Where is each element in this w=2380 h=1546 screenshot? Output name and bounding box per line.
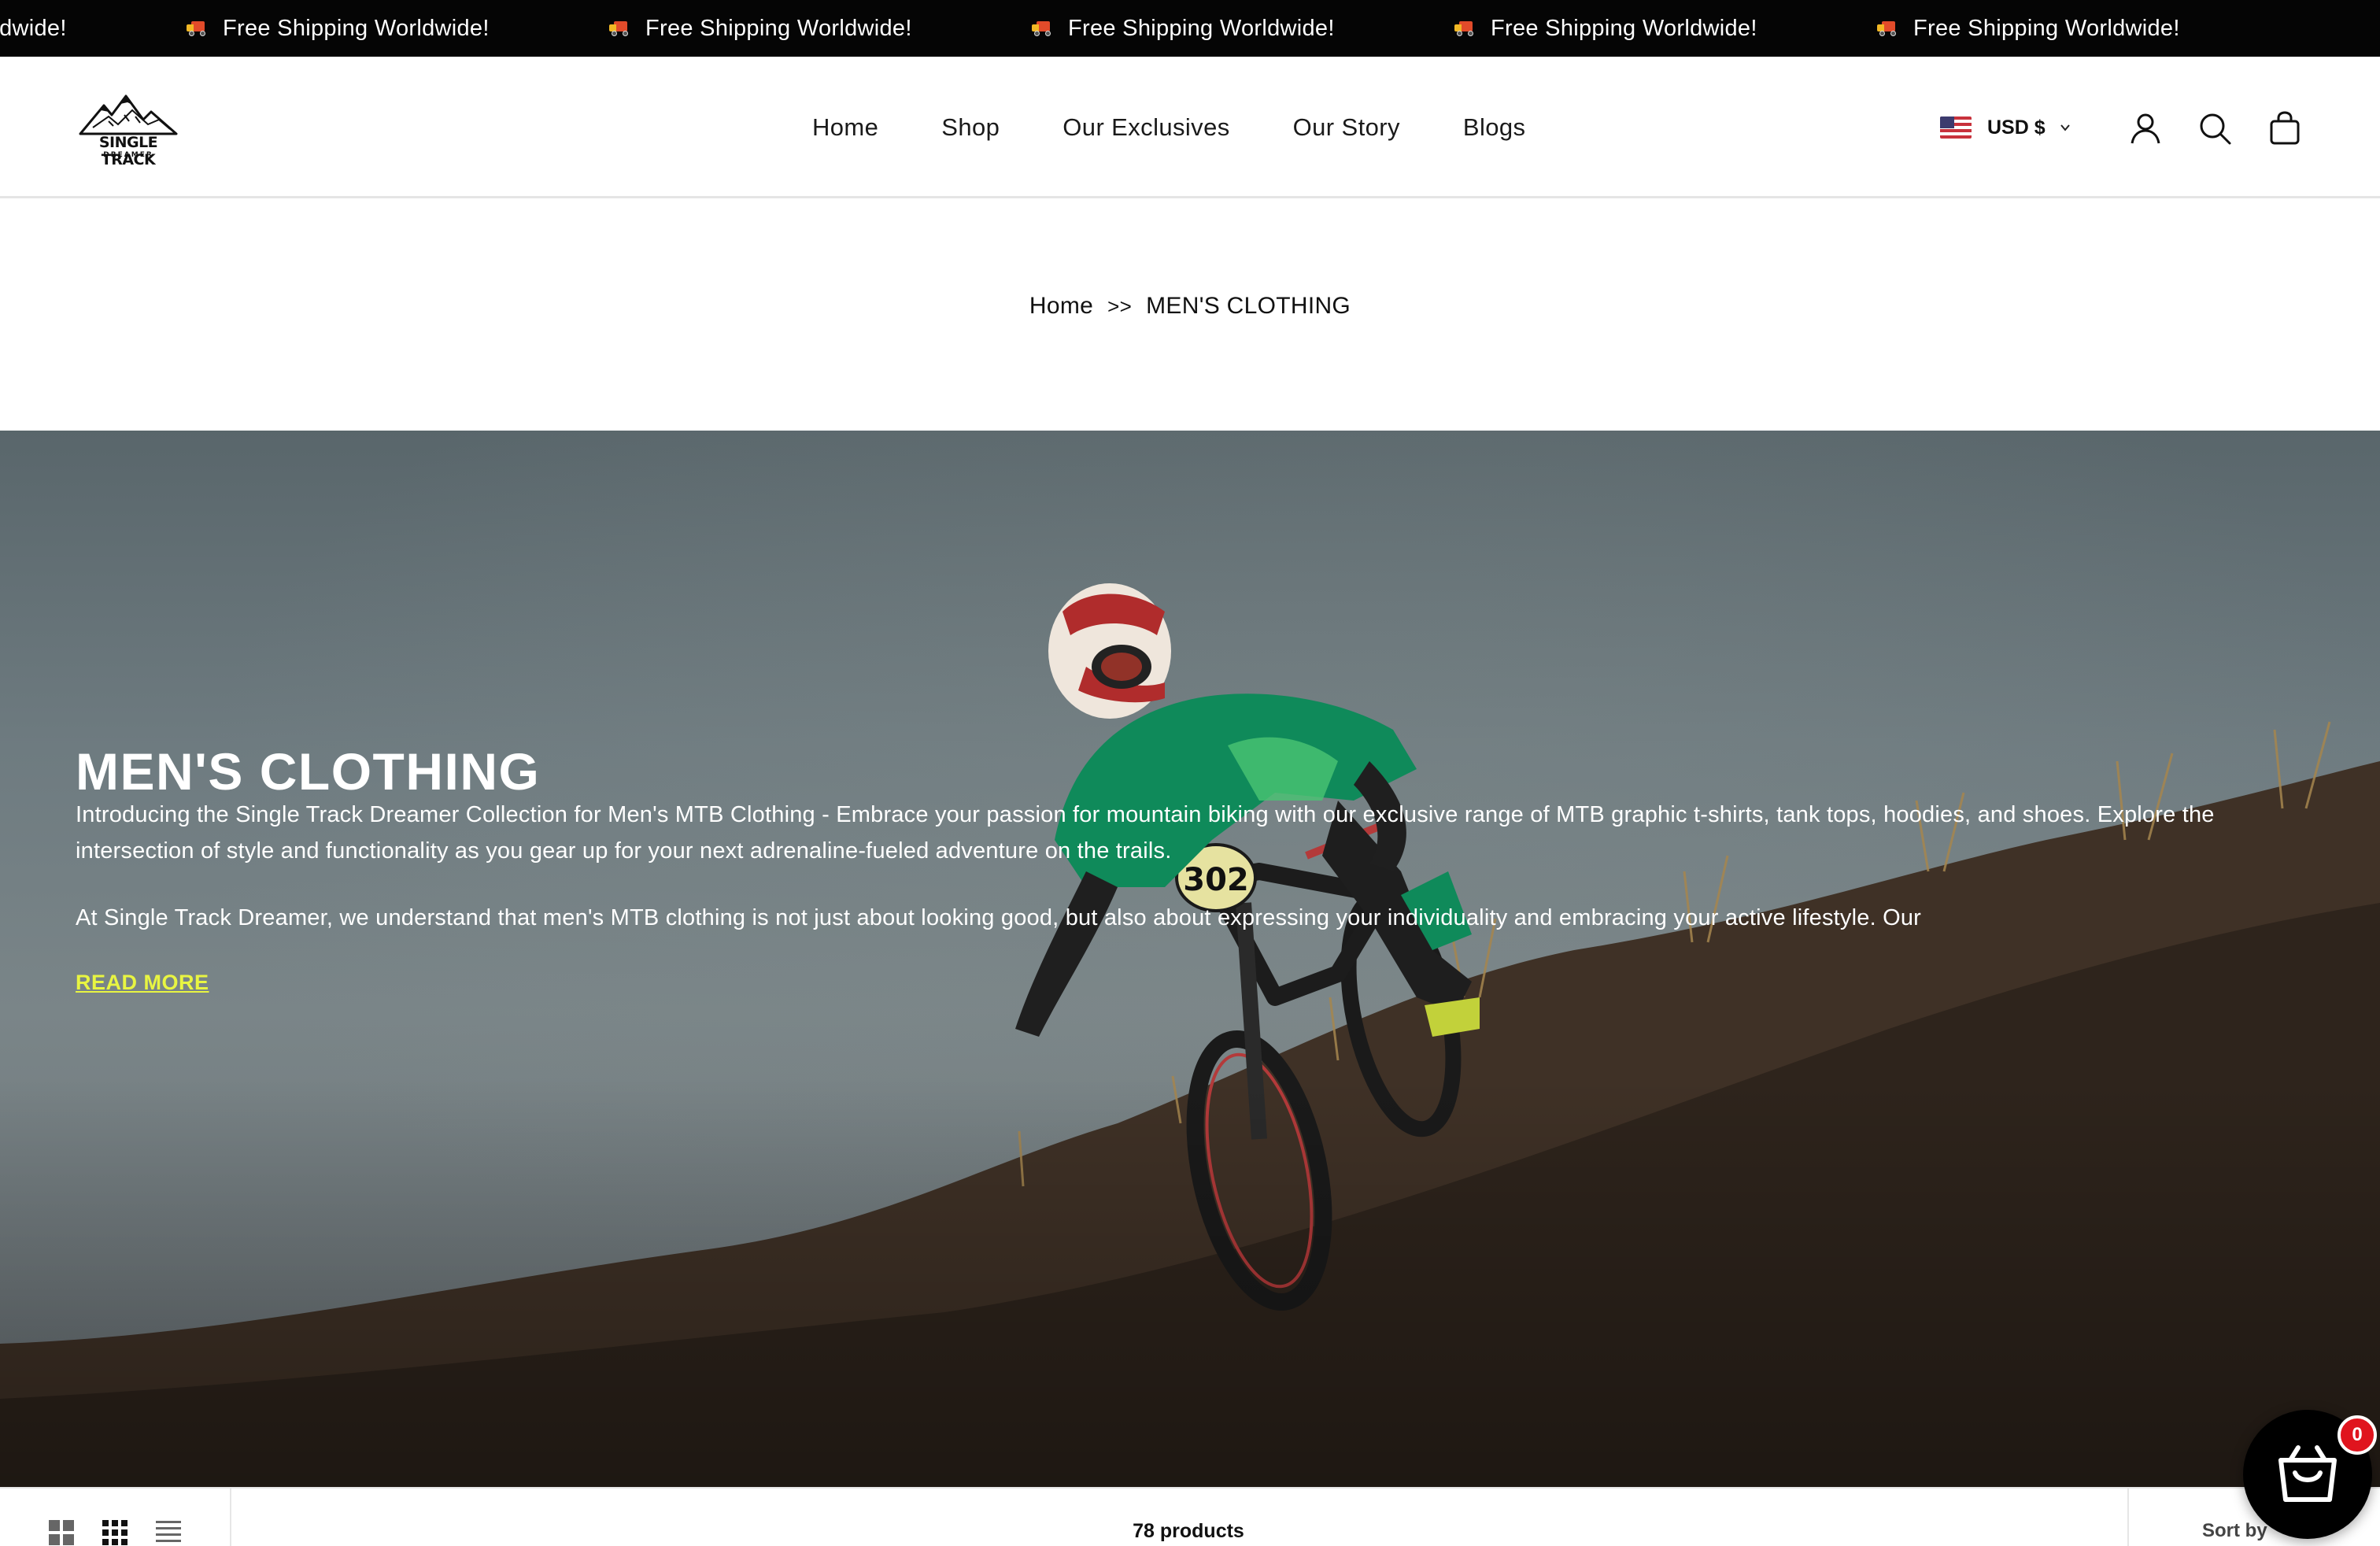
cart-basket-icon [2278,1445,2337,1502]
nav-home[interactable]: Home [812,113,878,142]
delivery-truck-icon [609,20,633,37]
account-icon[interactable] [2127,110,2164,146]
chevron-down-icon [2060,124,2070,131]
layout-switcher [47,1518,208,1546]
delivery-truck-icon [1877,20,1901,37]
announcement-item: Free Shipping Worldwide! [0,16,187,42]
us-flag-icon [1940,117,1972,139]
collection-description-2: At Single Track Dreamer, we understand t… [76,905,1922,930]
collection-title: MEN'S CLOTHING [76,742,541,801]
breadcrumb-home[interactable]: Home [1029,293,1093,320]
announcement-item: Free Shipping Worldwide! [1454,16,1877,42]
products-count: 78 products [1133,1520,1244,1542]
announcement-item: Free Shipping Worldwide! [1877,16,2300,42]
store-logo[interactable]: SINGLE TRACK DREAMER [77,93,179,168]
collection-hero-banner: 302 [0,431,2380,1487]
toolbar-divider [2127,1489,2129,1546]
nav-our-exclusives[interactable]: Our Exclusives [1062,113,1229,142]
search-icon[interactable] [2197,110,2233,146]
site-header: SINGLE TRACK DREAMER Home Shop Our Exclu… [0,57,2380,198]
sort-by-dropdown[interactable]: Sort by [2202,1520,2267,1542]
currency-selector[interactable]: USD $ [1940,112,2071,143]
announcement-text: Free Shipping Worldwide! [0,15,67,41]
nav-blogs[interactable]: Blogs [1463,113,1526,142]
delivery-truck-icon [187,20,210,37]
announcement-item: Free Shipping Worldwide! [609,16,1032,42]
toolbar-divider [230,1489,231,1546]
cart-count-badge: 0 [2338,1415,2377,1455]
collection-description-1: Introducing the Single Track Dreamer Col… [76,802,2215,864]
delivery-truck-icon [1032,20,1055,37]
nav-shop[interactable]: Shop [941,113,1000,142]
mountain-logo-icon [79,94,178,135]
logo-text-secondary: DREAMER [103,151,153,159]
announcement-text: Free Shipping Worldwide! [1913,15,2180,41]
announcement-track: Free Shipping Worldwide! Free Shipping Wo… [0,0,2300,57]
announcement-item: Free Shipping Worldwide! [187,16,609,42]
announcement-item: Free Shipping Worldwide! [1032,16,1454,42]
grid-3-icon[interactable] [101,1518,129,1546]
main-nav: Home Shop Our Exclusives Our Story Blogs [812,57,1525,198]
breadcrumb: Home >> MEN'S CLOTHING [0,293,2380,320]
announcement-text: Free Shipping Worldwide! [1068,15,1335,41]
currency-label: USD $ [1987,116,2046,139]
grid-2-icon[interactable] [47,1518,76,1546]
breadcrumb-current: MEN'S CLOTHING [1146,293,1351,319]
list-icon[interactable] [154,1518,183,1546]
breadcrumb-separator: >> [1107,294,1133,318]
announcement-text: Free Shipping Worldwide! [1491,15,1757,41]
delivery-truck-icon [1454,20,1478,37]
nav-our-story[interactable]: Our Story [1293,113,1400,142]
announcement-bar: Free Shipping Worldwide! Free Shipping Wo… [0,0,2380,57]
shopping-bag-icon[interactable] [2267,110,2303,146]
read-more-link[interactable]: READ MORE [76,971,209,995]
collection-toolbar: 78 products Sort by [0,1487,2380,1546]
announcement-text: Free Shipping Worldwide! [645,15,912,41]
announcement-text: Free Shipping Worldwide! [223,15,490,41]
